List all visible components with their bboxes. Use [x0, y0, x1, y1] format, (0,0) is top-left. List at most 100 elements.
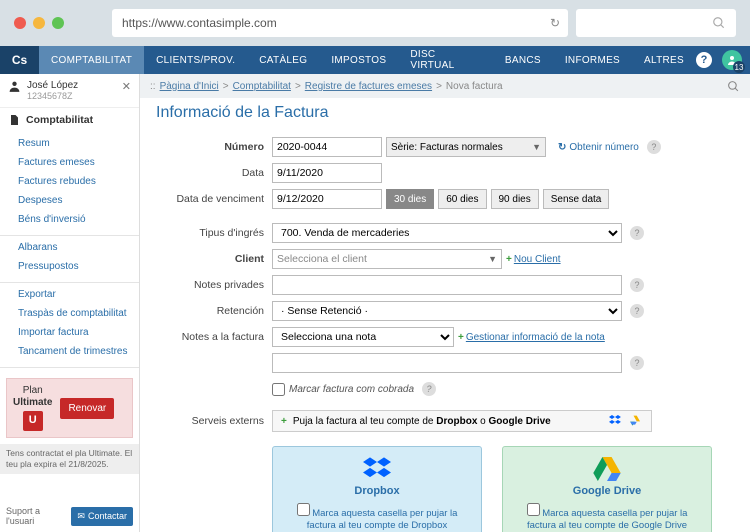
document-icon [8, 114, 20, 126]
client-select[interactable]: Selecciona el client ▼ [272, 249, 502, 269]
support-row: Suport a l'usuari ✉ Contactar [0, 506, 139, 526]
nav-cataleg[interactable]: CATÀLEG [247, 46, 319, 74]
notes-priv-label: Notes privades [156, 279, 272, 291]
user-id: 12345678Z [27, 91, 78, 101]
serie-value: Sèrie: Facturas normales [391, 142, 503, 153]
search-icon [712, 16, 726, 30]
nav-informes[interactable]: INFORMES [553, 46, 632, 74]
sidebar-section-title: Comptabilitat [26, 114, 93, 126]
nav-comptabilitat[interactable]: COMPTABILITAT [39, 46, 144, 74]
plan-box: Plan Ultimate U Renovar [6, 378, 133, 438]
contact-button[interactable]: ✉ Contactar [71, 507, 133, 526]
browser-search[interactable] [576, 9, 736, 37]
sidebar-menu-3: Exportar Traspàs de comptabilitat Import… [0, 283, 139, 368]
day-none-button[interactable]: Sense data [543, 189, 610, 209]
app-logo[interactable]: Cs [0, 46, 39, 74]
obtain-number-link[interactable]: ↻ Obtenir número [558, 142, 639, 153]
data-label: Data [156, 167, 272, 179]
sidebar-item-traspas[interactable]: Traspàs de comptabilitat [0, 304, 139, 323]
sidebar-item-emeses[interactable]: Factures emeses [0, 153, 139, 172]
sidebar-item-albarans[interactable]: Albarans [0, 238, 139, 257]
plan-note: Tens contractat el pla Ultimate. El teu … [0, 444, 139, 474]
gestionar-link[interactable]: +Gestionar informació de la nota [458, 332, 605, 343]
nav-disc[interactable]: DISC VIRTUAL [398, 46, 493, 74]
mail-icon: ✉ [77, 511, 85, 522]
collapse-icon[interactable]: ✕ [122, 80, 131, 93]
nav-clients[interactable]: CLIENTS/PROV. [144, 46, 247, 74]
serie-select[interactable]: Sèrie: Facturas normales ▼ [386, 137, 546, 157]
breadcrumb-home[interactable]: Pàgina d'Inici [160, 81, 219, 92]
notes-priv-input[interactable] [272, 275, 622, 295]
help-icon[interactable]: ? [630, 226, 644, 240]
chevron-right-icon: > [223, 81, 229, 92]
retencio-label: Retención [156, 305, 272, 317]
obtain-label: Obtenir número [569, 142, 638, 153]
notes-fac-text-input[interactable] [272, 353, 622, 373]
sidebar: José López 12345678Z ✕ Comptabilitat Res… [0, 74, 140, 532]
day-90-button[interactable]: 90 dies [491, 189, 539, 209]
help-icon[interactable]: ? [422, 382, 436, 396]
nav-impostos[interactable]: IMPOSTOS [319, 46, 398, 74]
chevron-right-icon: > [436, 81, 442, 92]
data-input[interactable] [272, 163, 382, 183]
day-60-button[interactable]: 60 dies [438, 189, 486, 209]
notes-fac-select[interactable]: Selecciona una nota [272, 327, 454, 347]
sidebar-item-bens[interactable]: Béns d'inversió [0, 210, 139, 229]
chevron-down-icon: ▼ [488, 254, 497, 264]
help-icon[interactable]: ? [630, 278, 644, 292]
cobrada-label: Marcar factura com cobrada [289, 384, 414, 395]
venc-input[interactable] [272, 189, 382, 209]
dropbox-desc: Marca aquesta casella per pujar la factu… [283, 503, 471, 532]
url-bar[interactable]: https://www.contasimple.com ↻ [112, 9, 568, 37]
sidebar-item-resum[interactable]: Resum [0, 134, 139, 153]
breadcrumb-current: Nova factura [446, 81, 503, 92]
day-30-button[interactable]: 30 dies [386, 189, 434, 209]
sidebar-menu-1: Resum Factures emeses Factures rebudes D… [0, 132, 139, 236]
minimize-window-icon[interactable] [33, 17, 45, 29]
sidebar-item-pressupostos[interactable]: Pressupostos [0, 257, 139, 276]
sidebar-item-exportar[interactable]: Exportar [0, 285, 139, 304]
external-services-box[interactable]: + Puja la factura al teu compte de Dropb… [272, 410, 652, 432]
breadcrumb-registre[interactable]: Registre de factures emeses [305, 81, 432, 92]
renovar-button[interactable]: Renovar [60, 398, 114, 419]
dropbox-checkbox[interactable] [297, 503, 310, 516]
client-placeholder: Selecciona el client [277, 253, 367, 265]
help-icon[interactable]: ? [630, 356, 644, 370]
user-icon [8, 80, 21, 93]
google-drive-icon [629, 414, 643, 428]
sidebar-item-despeses[interactable]: Despeses [0, 191, 139, 210]
refresh-icon: ↻ [558, 142, 566, 153]
gdrive-checkbox[interactable] [527, 503, 540, 516]
client-label: Client [156, 253, 272, 265]
close-window-icon[interactable] [14, 17, 26, 29]
tipus-select[interactable]: 700. Venda de mercaderies [272, 223, 622, 243]
reload-icon[interactable]: ↻ [550, 16, 560, 30]
cobrada-checkbox[interactable] [272, 383, 285, 396]
google-drive-icon [513, 457, 701, 481]
tipus-label: Tipus d'ingrés [156, 227, 272, 239]
user-avatar[interactable]: 13 [722, 50, 742, 70]
search-icon[interactable] [727, 80, 740, 93]
plus-icon: + [281, 416, 287, 427]
nav-bancs[interactable]: BANCS [493, 46, 553, 74]
breadcrumb: :: Pàgina d'Inici > Comptabilitat > Regi… [140, 74, 750, 98]
help-icon[interactable]: ? [647, 140, 661, 154]
url-text: https://www.contasimple.com [122, 16, 277, 30]
breadcrumb-comptabilitat[interactable]: Comptabilitat [233, 81, 291, 92]
sidebar-section-head: Comptabilitat [0, 108, 139, 132]
sidebar-user: José López 12345678Z ✕ [0, 74, 139, 108]
sidebar-item-tancament[interactable]: Tancament de trimestres [0, 342, 139, 361]
chevron-down-icon: ▼ [532, 142, 541, 152]
nou-client-link[interactable]: +Nou Client [506, 254, 561, 265]
sidebar-item-rebudes[interactable]: Factures rebudes [0, 172, 139, 191]
nav-altres[interactable]: ALTRES [632, 46, 696, 74]
maximize-window-icon[interactable] [52, 17, 64, 29]
help-icon[interactable]: ? [696, 52, 712, 68]
traffic-lights [14, 17, 64, 29]
dropbox-icon [283, 457, 471, 481]
sidebar-item-importar[interactable]: Importar factura [0, 323, 139, 342]
numero-input[interactable] [272, 137, 382, 157]
plan-label: Plan [13, 385, 52, 397]
retencio-select[interactable]: · Sense Retenció · [272, 301, 622, 321]
help-icon[interactable]: ? [630, 304, 644, 318]
